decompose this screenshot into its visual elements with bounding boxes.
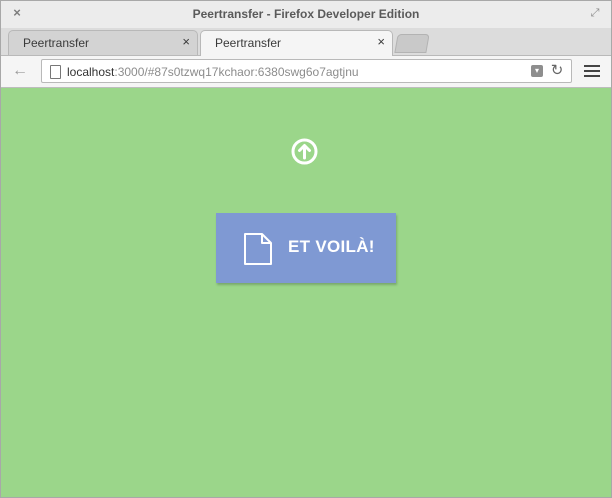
file-label: ET VOILÀ!	[288, 237, 375, 256]
window-maximize-icon[interactable]: ⤢	[588, 6, 602, 20]
url-host: localhost	[67, 65, 115, 79]
file-card[interactable]: ET VOILÀ!	[216, 213, 396, 283]
url-dropdown-icon[interactable]: ▾	[531, 65, 543, 77]
title-bar: × Peertransfer - Firefox Developer Editi…	[1, 1, 611, 29]
page-content: ET VOILÀ!	[1, 88, 611, 497]
page-icon	[50, 65, 61, 79]
arrow-up-circle-icon[interactable]	[291, 138, 318, 165]
tab-close-icon[interactable]: ×	[377, 35, 385, 49]
tab-bar: Peertransfer × Peertransfer ×	[1, 28, 611, 56]
tab-label: Peertransfer	[215, 36, 282, 50]
tab-peertransfer-1[interactable]: Peertransfer ×	[8, 30, 198, 55]
hamburger-menu-icon[interactable]	[583, 63, 601, 79]
url-text: localhost:3000/#87s0tzwq17kchaor:6380swg…	[67, 65, 359, 79]
window-title: Peertransfer - Firefox Developer Edition	[192, 7, 420, 21]
tab-peertransfer-2[interactable]: Peertransfer ×	[200, 30, 393, 56]
back-arrow-icon[interactable]: ←	[11, 62, 29, 80]
reload-icon[interactable]: ↻	[549, 62, 565, 80]
document-icon	[244, 233, 272, 265]
tab-label: Peertransfer	[23, 36, 90, 50]
new-tab-button[interactable]	[394, 34, 430, 53]
url-path: :3000/#87s0tzwq17kchaor:6380swg6o7agtjnu	[114, 65, 359, 79]
browser-window: × Peertransfer - Firefox Developer Editi…	[0, 0, 612, 498]
tab-close-icon[interactable]: ×	[182, 35, 190, 49]
navigation-bar: ← localhost:3000/#87s0tzwq17kchaor:6380s…	[1, 56, 611, 88]
url-bar[interactable]: localhost:3000/#87s0tzwq17kchaor:6380swg…	[41, 59, 572, 83]
